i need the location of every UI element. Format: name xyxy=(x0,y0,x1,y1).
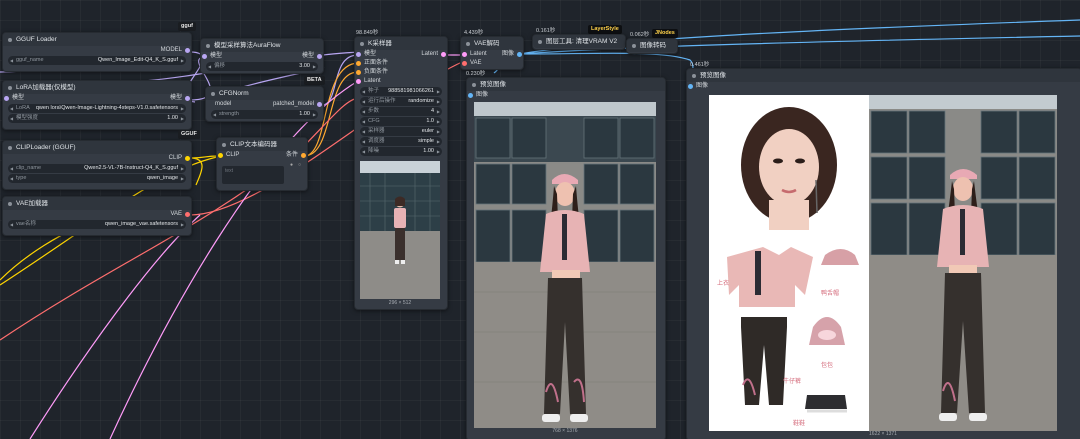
latent-input-port[interactable] xyxy=(356,79,361,84)
preview2-timing: 0.461秒 xyxy=(690,62,710,68)
gguf-name-widget[interactable]: gguf_nameQwen_Image_Edit-Q4_K_S.gguf xyxy=(8,56,186,65)
lora-loader-node[interactable]: LoRA加载器(仅模型) 模型模型 LoRAqwen lora\Qwen-Ima… xyxy=(2,80,192,130)
cfgnorm-node[interactable]: CFGNorm modelpatched_model strength1.00 xyxy=(205,86,324,122)
node-title: 模型采样算法AuraFlow xyxy=(201,39,323,52)
beta-tag: BETA xyxy=(304,76,325,85)
node-title: GGUF Loader xyxy=(3,33,191,46)
toggle-icon-2[interactable]: ○ xyxy=(298,162,301,168)
gguf-loader-node[interactable]: GGUF Loader MODEL gguf_nameQwen_Image_Ed… xyxy=(2,32,192,72)
ksampler-preview-caption: 296 × 512 xyxy=(388,300,412,306)
sampler-widget[interactable]: 采样器euler xyxy=(360,127,442,136)
node-title: CLIP文本编码器 xyxy=(217,138,307,151)
label-pants: 牛仔裤 xyxy=(783,377,801,385)
toggle-icon[interactable]: ● xyxy=(290,162,293,168)
node-title: 图像转码 xyxy=(627,39,677,52)
node-title: LoRA加载器(仅模型) xyxy=(3,81,191,94)
vae-decode-node[interactable]: VAE解码 Latent 图像 VAE xyxy=(460,36,524,70)
model-input-port[interactable] xyxy=(202,54,207,59)
steps-widget[interactable]: 步数4 xyxy=(360,107,442,116)
clip-input-port[interactable] xyxy=(218,153,223,158)
output-photo xyxy=(474,102,656,428)
wire-latent-1 xyxy=(109,80,359,439)
node-title: CLIPLoader (GGUF) xyxy=(3,141,191,154)
image-output-port[interactable] xyxy=(517,52,522,57)
prompt-textarea[interactable]: text xyxy=(222,166,284,184)
label-top: 上衣 xyxy=(717,279,729,287)
ksampler-timing: 98.849秒 xyxy=(356,30,379,36)
latent-output-port[interactable] xyxy=(441,52,446,57)
seed-widget[interactable]: 种子988581981066261 xyxy=(360,87,442,96)
jnodes-tag: JNodes xyxy=(652,29,678,38)
model-output-port[interactable] xyxy=(185,48,190,53)
vae-decode-timing: 4.439秒 xyxy=(464,30,484,36)
label-bag: 包包 xyxy=(821,361,833,369)
wire-model-ksampler xyxy=(321,54,359,106)
wire-diag-2 xyxy=(29,214,201,439)
preview2-caption: 1622 × 1371 xyxy=(869,431,897,437)
control-after-widget[interactable]: 运行后操作randomize xyxy=(360,97,442,106)
strength-widget[interactable]: strength1.00 xyxy=(211,110,318,119)
clip-type-widget[interactable]: typeqwen_image xyxy=(8,174,186,183)
conditioning-output-port[interactable] xyxy=(301,153,306,158)
image-transcode-node[interactable]: 图像转码 xyxy=(626,38,678,54)
ksampler-preview-image xyxy=(360,161,440,299)
lora-name-widget[interactable]: LoRAqwen lora\Qwen-Image-Lightning-4step… xyxy=(8,104,186,113)
image-input-port[interactable] xyxy=(688,84,693,89)
node-title: VAE加载器 xyxy=(3,197,191,210)
cfg-widget[interactable]: CFG1.0 xyxy=(360,117,442,126)
comparison-image: 上衣 鸭舌帽 包包 牛仔裤 鞋鞋 xyxy=(709,95,1057,431)
negative-input-port[interactable] xyxy=(356,70,361,75)
node-canvas[interactable]: gguf GGUF Loader MODEL gguf_nameQwen_Ima… xyxy=(0,0,1080,439)
vae-input-port[interactable] xyxy=(462,61,467,66)
vram-node[interactable]: 图层工具: 清理VRAM V2 xyxy=(532,34,626,50)
image-input-port[interactable] xyxy=(468,93,473,98)
node-title: VAE解码 xyxy=(461,37,523,50)
vae-decode-timing-2: 0.230秒 xyxy=(466,71,486,77)
latent-input-port[interactable] xyxy=(462,52,467,57)
layerstyle-tag: LayerStyle xyxy=(588,25,622,34)
model-output-port[interactable] xyxy=(317,102,322,107)
output-label: MODEL xyxy=(160,47,182,53)
wire-clip xyxy=(189,155,218,186)
positive-input-port[interactable] xyxy=(356,61,361,66)
node-title: CFGNorm xyxy=(206,87,323,100)
auraflow-node[interactable]: 模型采样算法AuraFlow 模型模型 偏移3.00 xyxy=(200,38,324,74)
lora-strength-widget[interactable]: 模型强度1.00 xyxy=(8,114,186,123)
denoise-widget[interactable]: 降噪1.00 xyxy=(360,147,442,156)
node-title: 预览图像 xyxy=(687,69,1080,82)
model-output-port[interactable] xyxy=(317,54,322,59)
preview-image-node-2[interactable]: 预览图像 图像 上衣 鸭舌帽 包包 牛仔裤 鞋鞋 1622 × 1371 xyxy=(686,68,1080,439)
clip-loader-node[interactable]: CLIPLoader (GGUF) CLIP clip_nameQwen2.5-… xyxy=(2,140,192,190)
vram-timing: 0.161秒 xyxy=(536,28,556,34)
gguf-tag: gguf xyxy=(178,22,196,31)
shift-widget[interactable]: 偏移3.00 xyxy=(206,62,318,71)
preview-image-node-1[interactable]: 预览图像 图像 768 × 1376 xyxy=(466,77,666,439)
image-node-timing: 0.062秒 xyxy=(630,32,650,38)
node-title: 预览图像 xyxy=(467,78,665,91)
preview1-caption: 768 × 1376 xyxy=(552,428,578,434)
clip-output-port[interactable] xyxy=(185,156,190,161)
vae-name-widget[interactable]: vae名称qwen_image_vae.safetensors xyxy=(8,220,186,229)
gguf-tag-2: GGUF xyxy=(178,130,200,139)
label-cap: 鸭舌帽 xyxy=(821,289,839,297)
label-shoes: 鞋鞋 xyxy=(793,419,805,427)
clip-name-widget[interactable]: clip_nameQwen2.5-VL-7B-Instruct-Q4_K_S.g… xyxy=(8,164,186,173)
model-output-port[interactable] xyxy=(185,96,190,101)
model-input-port[interactable] xyxy=(356,52,361,57)
node-title: 图层工具: 清理VRAM V2 xyxy=(533,35,625,48)
clip-text-encode-node[interactable]: CLIP文本编码器 CLIP 条件 text ● ○ xyxy=(216,137,308,191)
ksampler-node[interactable]: K采样器 模型Latent 正面条件 负面条件 Latent 种子9885819… xyxy=(354,36,448,310)
scheduler-widget[interactable]: 调度器simple xyxy=(360,137,442,146)
vae-output-port[interactable] xyxy=(185,212,190,217)
node-title: K采样器 xyxy=(355,37,447,50)
vae-loader-node[interactable]: VAE加载器 VAE vae名称qwen_image_vae.safetenso… xyxy=(2,196,192,236)
model-input-port[interactable] xyxy=(4,96,9,101)
